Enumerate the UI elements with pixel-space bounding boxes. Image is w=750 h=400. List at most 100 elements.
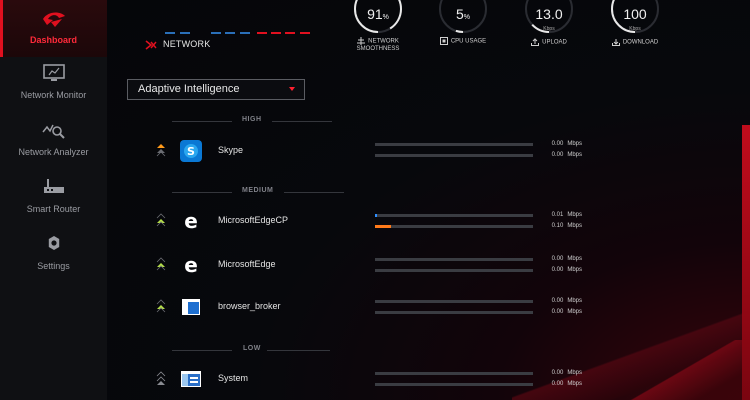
svg-text:S: S	[187, 145, 195, 158]
sidebar-item-label: Smart Router	[26, 204, 81, 214]
app-name: MicrosoftEdge	[218, 259, 276, 269]
sidebar-item-network-monitor[interactable]: Network Monitor	[0, 57, 107, 114]
traffic-dash	[271, 32, 281, 34]
download-value: 100	[623, 6, 647, 22]
priority-label-high: HIGH	[242, 116, 262, 123]
upload-icon	[531, 38, 540, 46]
traffic-dash	[285, 32, 295, 34]
download-rate: 0.00 Mbps	[551, 381, 582, 387]
gauge-value: 91%	[343, 6, 413, 22]
app-row-browser-broker[interactable]: browser_broker 0.00 Mbps 0.00 Mbps	[107, 292, 750, 322]
upload-rate: 0.00 Mbps	[551, 141, 582, 147]
app-name: browser_broker	[218, 301, 281, 311]
app-row-system[interactable]: System 0.00 Mbps 0.00 Mbps	[107, 364, 750, 394]
download-rate: 0.00 Mbps	[551, 152, 582, 158]
traffic-dash	[180, 32, 190, 34]
download-bar	[375, 154, 533, 157]
upload-rate: 0.00 Mbps	[551, 370, 582, 376]
download-label: DOWNLOAD	[622, 39, 659, 46]
gauge-value: 13.0	[514, 6, 584, 22]
download-bar	[375, 269, 533, 272]
smoothness-icon	[357, 37, 366, 45]
smoothness-gauge: 91% NETWORK SMOOTHNESS	[343, 0, 413, 60]
download-gauge: 100 Kbps DOWNLOAD	[600, 0, 670, 60]
svg-text:e: e	[184, 210, 198, 232]
app-row-microsoftedgecp[interactable]: e MicrosoftEdgeCP 0.01 Mbps 0.10 Mbps	[107, 206, 750, 236]
upload-bar	[375, 300, 533, 303]
traffic-dash	[240, 32, 250, 34]
cpu-gauge: 5% CPU USAGE	[428, 0, 498, 60]
app-name: System	[218, 373, 249, 383]
upload-bar	[375, 143, 533, 146]
analyzer-icon	[41, 124, 65, 139]
edge-icon: e	[184, 254, 198, 276]
cpu-icon	[439, 37, 448, 45]
download-bar	[375, 225, 533, 228]
chevron-down-icon	[289, 87, 295, 91]
upload-value: 13.0	[535, 6, 563, 22]
sidebar-item-label: Settings	[37, 261, 70, 271]
traffic-dash	[211, 32, 221, 34]
download-bar	[375, 383, 533, 386]
upload-rate: 0.01 Mbps	[551, 212, 582, 218]
cpu-value: 5	[455, 6, 464, 22]
sidebar-item-label: Network Analyzer	[18, 147, 89, 157]
system-app-icon	[181, 371, 201, 387]
cpu-label: CPU USAGE	[450, 38, 487, 45]
upload-rate: 0.00 Mbps	[551, 298, 582, 304]
gauge-label: DOWNLOAD	[600, 38, 670, 47]
priority-medium-icon[interactable]	[156, 298, 166, 314]
upload-gauge: 13.0 Kbps UPLOAD	[514, 0, 584, 60]
svg-text:e: e	[184, 254, 198, 276]
download-bar	[375, 311, 533, 314]
priority-label-medium: MEDIUM	[242, 187, 274, 194]
traffic-dash	[300, 32, 310, 34]
gauge-label: NETWORK SMOOTHNESS	[343, 37, 413, 53]
rog-eye-icon	[42, 12, 65, 27]
sidebar-item-dashboard[interactable]: Dashboard	[0, 0, 107, 57]
priority-medium-icon[interactable]	[156, 212, 166, 228]
upload-bar	[375, 372, 533, 375]
traffic-dash	[225, 32, 235, 34]
sidebar-item-smart-router[interactable]: Smart Router	[0, 171, 107, 228]
app-name: MicrosoftEdgeCP	[218, 215, 289, 225]
mode-select[interactable]: Adaptive Intelligence	[127, 79, 305, 100]
app-row-microsoftedge[interactable]: e MicrosoftEdge 0.00 Mbps 0.00 Mbps	[107, 250, 750, 280]
upload-unit: Kbps	[543, 26, 555, 32]
download-icon	[611, 39, 620, 46]
gauge-label: CPU USAGE	[428, 37, 498, 46]
cpu-unit: %	[463, 14, 471, 21]
upload-rate: 0.00 Mbps	[551, 256, 582, 262]
app-row-skype[interactable]: S Skype 0.00 Mbps 0.00 Mbps	[107, 136, 750, 166]
network-status: NETWORK	[145, 39, 210, 50]
sidebar-item-network-analyzer[interactable]: Network Analyzer	[0, 114, 107, 171]
priority-divider-high: HIGH	[172, 116, 332, 126]
smoothness-unit: %	[382, 14, 389, 21]
mode-select-value: Adaptive Intelligence	[138, 83, 240, 95]
priority-label-low: LOW	[243, 345, 261, 352]
gauge-label: UPLOAD	[514, 38, 584, 47]
gear-icon	[48, 236, 59, 250]
smoothness-value: 91	[367, 6, 383, 22]
priority-high-icon[interactable]	[156, 142, 166, 158]
dashboard-main: NETWORK 91% NETWORK SMOOTHNESS 5% CPU US…	[107, 0, 750, 400]
gauge-value: 100	[600, 6, 670, 22]
priority-low-icon[interactable]	[156, 370, 166, 386]
priority-divider-low: LOW	[172, 345, 332, 355]
window-app-icon	[182, 299, 200, 315]
router-icon	[43, 179, 64, 193]
sidebar-item-label: Network Monitor	[20, 90, 87, 100]
skype-icon: S	[180, 140, 202, 162]
monitor-icon	[42, 64, 65, 81]
app-name: Skype	[218, 145, 244, 155]
download-rate: 0.00 Mbps	[551, 267, 582, 273]
download-unit: Kbps	[629, 26, 641, 32]
priority-medium-icon[interactable]	[156, 256, 166, 272]
sidebar-item-settings[interactable]: Settings	[0, 228, 107, 285]
network-label: NETWORK	[163, 39, 211, 49]
sidebar: Dashboard Network Monitor Network Analyz…	[0, 0, 107, 400]
traffic-dash	[257, 32, 267, 34]
upload-bar	[375, 258, 533, 261]
network-traffic-strip	[165, 32, 310, 34]
traffic-dash	[165, 32, 175, 34]
